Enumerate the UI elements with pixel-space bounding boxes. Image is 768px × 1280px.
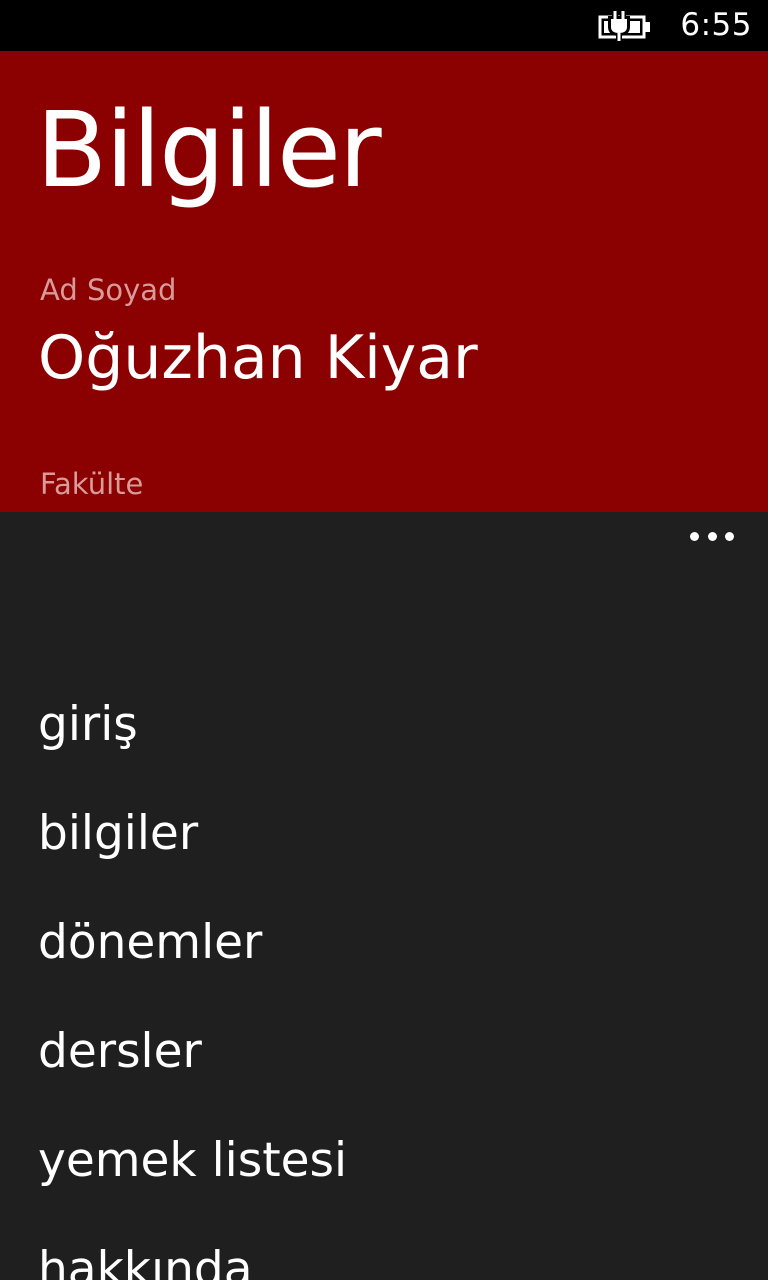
battery-charging-icon bbox=[598, 11, 650, 41]
status-bar: 6:55 bbox=[0, 0, 768, 51]
name-label: Ad Soyad bbox=[40, 273, 177, 307]
more-options-button[interactable] bbox=[690, 528, 734, 544]
menu-item-giris[interactable]: giriş bbox=[0, 670, 768, 779]
ellipsis-icon bbox=[725, 531, 734, 541]
menu-item-donemler[interactable]: dönemler bbox=[0, 888, 768, 997]
menu-item-bilgiler[interactable]: bilgiler bbox=[0, 779, 768, 888]
ellipsis-icon bbox=[707, 531, 717, 541]
clock: 6:55 bbox=[680, 7, 752, 43]
info-page: Bilgiler Ad Soyad Oğuzhan Kiyar Fakülte bbox=[0, 51, 768, 512]
menu-item-yemek-listesi[interactable]: yemek listesi bbox=[0, 1106, 768, 1215]
faculty-label: Fakülte bbox=[40, 467, 144, 501]
page-title: Bilgiler bbox=[36, 89, 382, 211]
app-bar-menu: giriş bilgiler dönemler dersler yemek li… bbox=[0, 512, 768, 1280]
name-value: Oğuzhan Kiyar bbox=[38, 323, 478, 393]
menu-item-dersler[interactable]: dersler bbox=[0, 997, 768, 1106]
ellipsis-icon bbox=[690, 531, 699, 541]
app-bar-menu-list: giriş bilgiler dönemler dersler yemek li… bbox=[0, 670, 768, 1280]
menu-item-hakkinda[interactable]: hakkında bbox=[0, 1215, 768, 1280]
